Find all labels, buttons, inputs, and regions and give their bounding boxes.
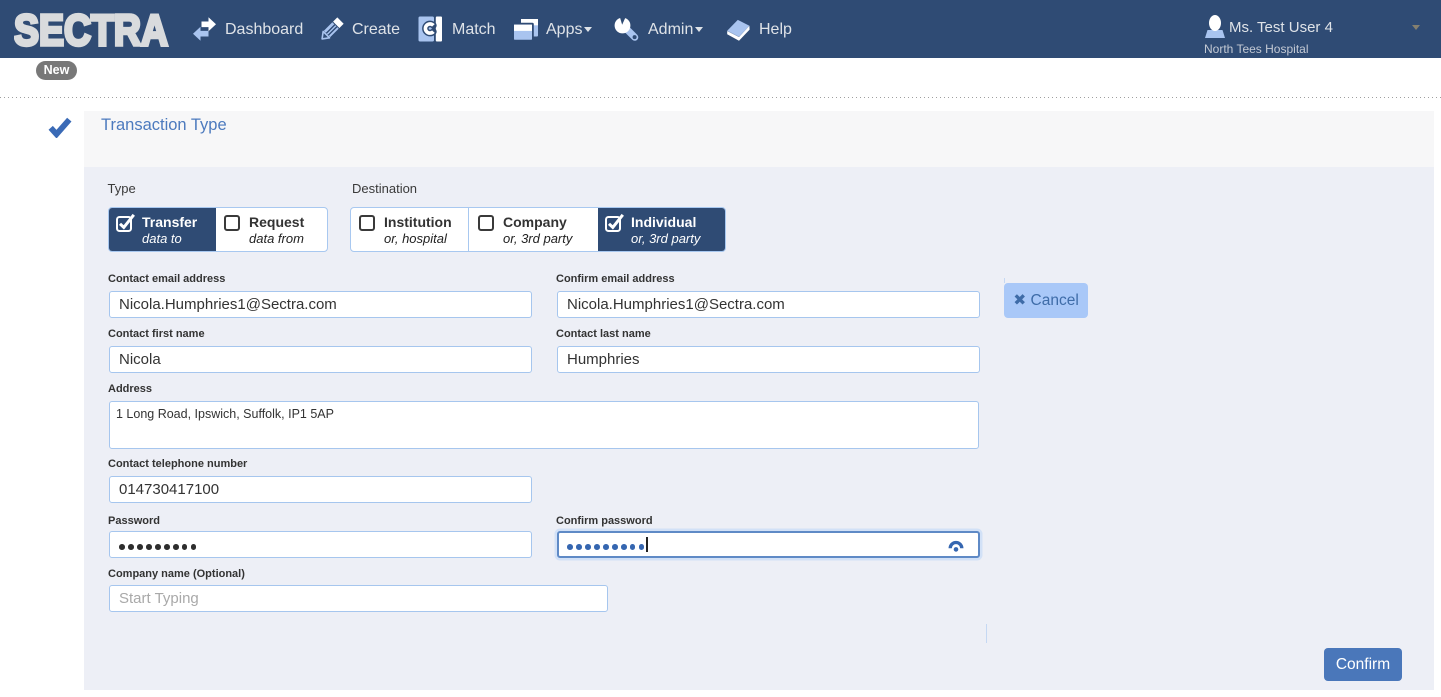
svg-text:SECTRA: SECTRA [14,12,168,48]
